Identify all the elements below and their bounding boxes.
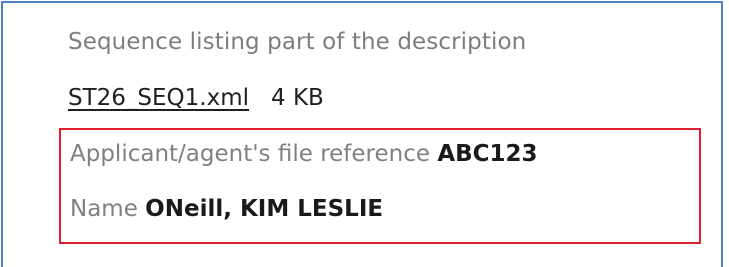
name-label: Name: [70, 196, 138, 222]
file-row: ST26_SEQ1.xml 4 KB: [68, 85, 324, 111]
sequence-file-link[interactable]: ST26_SEQ1.xml: [68, 85, 249, 111]
section-title: Sequence listing part of the description: [68, 29, 527, 55]
highlighted-applicant-details: Applicant/agent's file reference ABC123 …: [59, 128, 701, 244]
file-reference-value: ABC123: [437, 141, 538, 167]
file-size: 4 KB: [271, 85, 324, 111]
file-reference-label: Applicant/agent's file reference: [70, 141, 431, 167]
file-reference-row: Applicant/agent's file reference ABC123: [70, 141, 538, 167]
document-panel: Sequence listing part of the description…: [1, 1, 723, 267]
name-value: ONeill, KIM LESLIE: [145, 196, 384, 222]
name-row: Name ONeill, KIM LESLIE: [70, 196, 383, 222]
